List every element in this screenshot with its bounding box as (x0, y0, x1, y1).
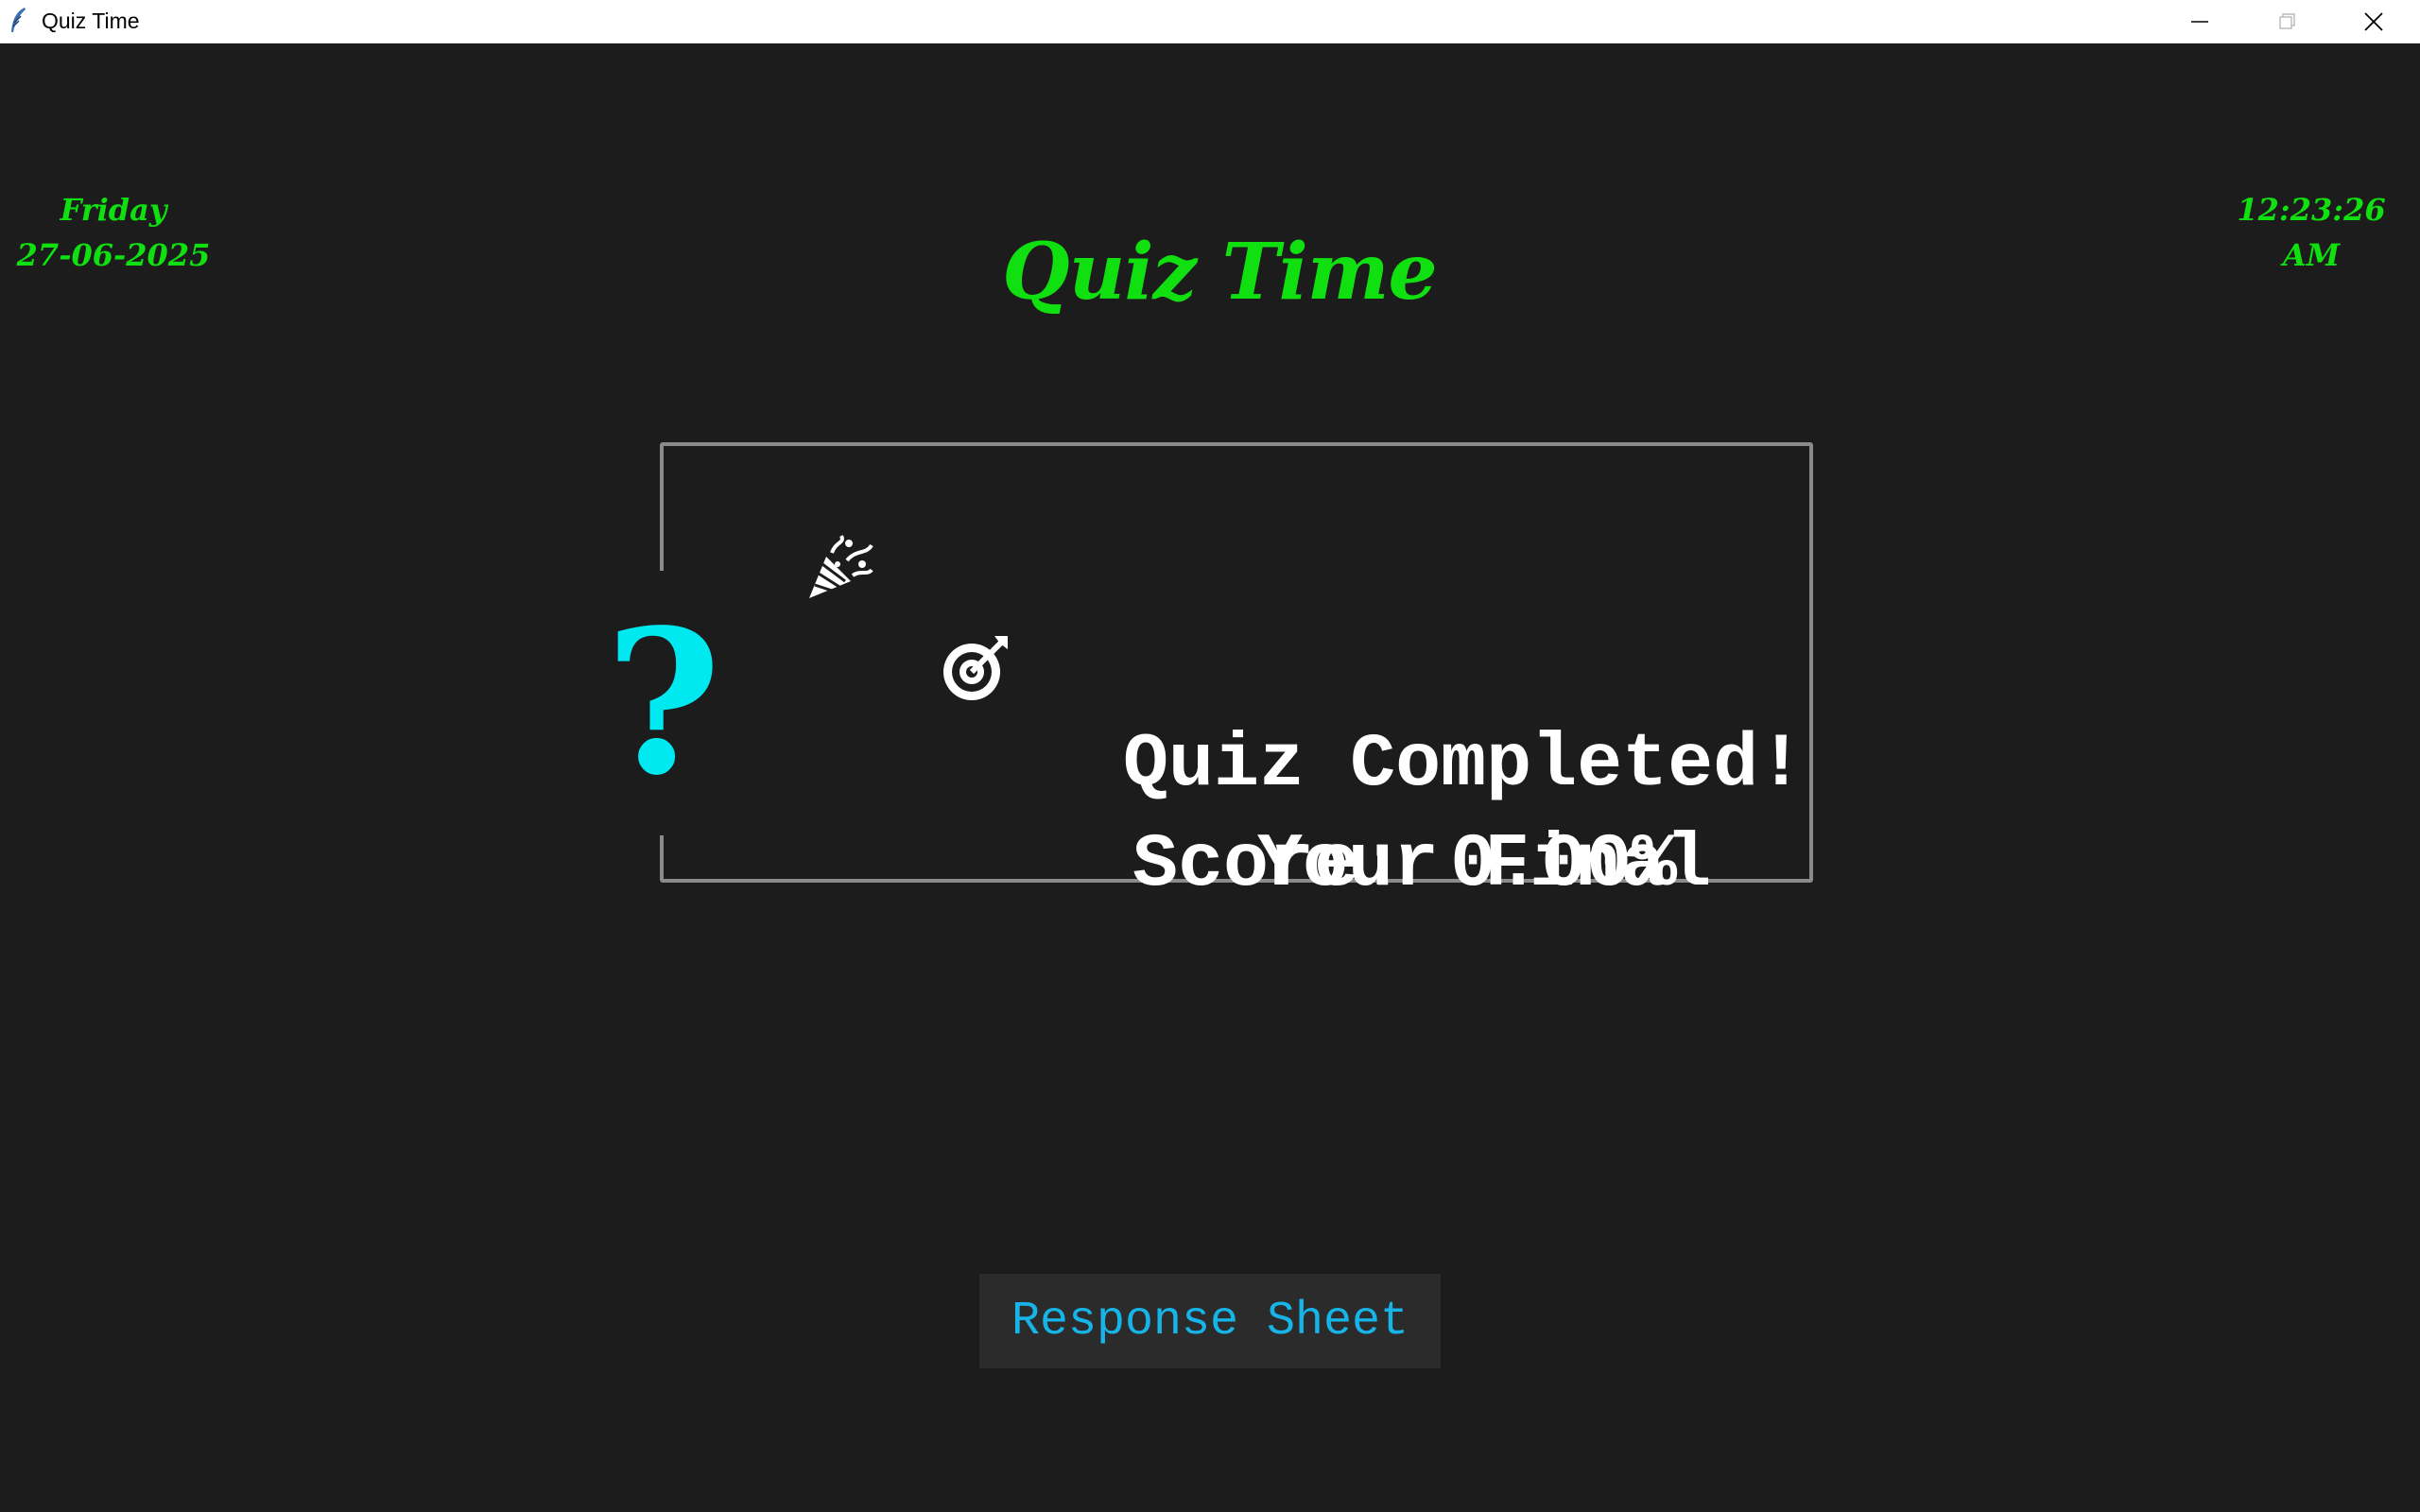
date-label: 27-06-2025 (16, 237, 211, 273)
maximize-icon (2279, 13, 2295, 29)
time-label: 12:23:26 (2237, 192, 2386, 228)
close-button[interactable] (2330, 0, 2417, 43)
minimize-icon (2191, 21, 2208, 23)
score-line-one: Your Final (804, 615, 1806, 908)
date-display: Friday 27-06-2025 (0, 187, 227, 278)
party-popper-icon (809, 535, 873, 598)
score-value: Score: 0.00% (1132, 822, 1678, 908)
completed-line: Quiz Completed! (804, 515, 1806, 808)
question-mark-icon: ? (605, 571, 721, 835)
target-icon (943, 636, 1008, 700)
feather-icon (11, 8, 26, 32)
meridiem-label: AM (2282, 237, 2341, 273)
window-title: Quiz Time (42, 9, 140, 33)
clock-display: 12:23:26 AM (2193, 187, 2420, 278)
result-message: Quiz Completed! Your Final Score: 0.00% (804, 515, 1806, 908)
minimize-button[interactable] (2156, 0, 2243, 43)
window-title-bar: Quiz Time (0, 0, 2420, 43)
day-label: Friday (60, 192, 167, 228)
maximize-button[interactable] (2243, 0, 2330, 43)
page-title: Quiz Time (1002, 227, 1437, 318)
response-sheet-button[interactable]: Response Sheet (979, 1274, 1441, 1368)
close-icon (2364, 12, 2383, 31)
score-line-two: Score: 0.00% (804, 715, 1806, 908)
